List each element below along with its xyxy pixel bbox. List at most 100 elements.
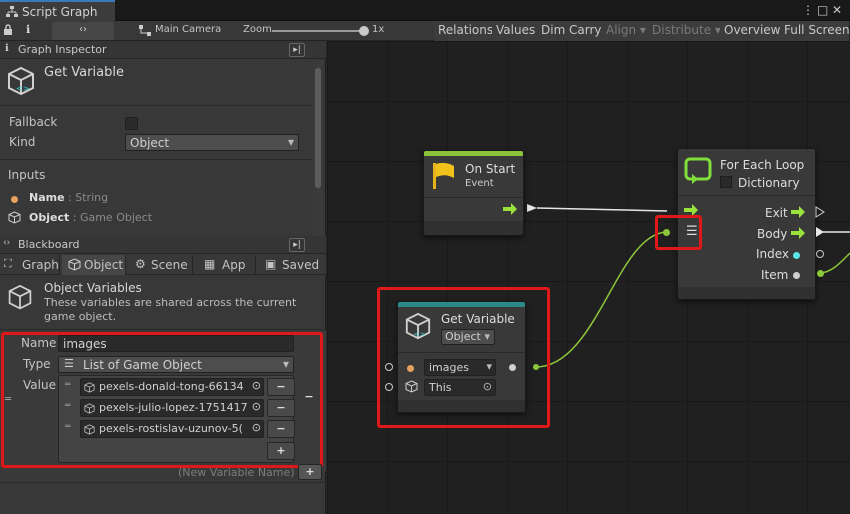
- tab-script-graph[interactable]: Script Graph: [0, 0, 115, 21]
- carry-button[interactable]: Carry: [565, 21, 607, 41]
- camera-label: Main Camera: [155, 24, 222, 35]
- tab-saved-label: Saved: [282, 258, 320, 272]
- flow-connection: [536, 207, 668, 212]
- inspector-node-title: Get Variable: [44, 65, 124, 80]
- tab-scene[interactable]: ⚙ Scene: [129, 255, 193, 275]
- item-connected-port[interactable]: [817, 270, 824, 277]
- body-port-icon[interactable]: [815, 226, 825, 238]
- blackboard-title: Blackboard: [18, 238, 80, 251]
- kind-value: Object: [130, 136, 170, 150]
- app-tab-icon: ▦: [204, 257, 216, 271]
- input-name-sep: :: [64, 191, 76, 204]
- for-each-title: For Each Loop: [720, 158, 805, 172]
- tab-title: Script Graph: [22, 5, 98, 19]
- highlight-variable: [1, 332, 323, 468]
- exit-port-icon[interactable]: [815, 206, 825, 218]
- toolbar: ℹ ‹› Main Camera Zoom 1x Relations Value…: [0, 21, 850, 41]
- input-object-sep: :: [69, 211, 80, 224]
- add-variable-button[interactable]: +: [298, 464, 322, 480]
- zoom-slider-track[interactable]: [272, 30, 364, 32]
- kind-dropdown[interactable]: Object: [125, 134, 299, 151]
- distribute-label: Distribute: [652, 23, 712, 37]
- highlight-collection-port: [655, 215, 702, 250]
- flag-icon: [433, 162, 454, 189]
- dictionary-checkbox[interactable]: [720, 176, 732, 188]
- variable-cube-icon: <>: [8, 66, 34, 96]
- flow-arrow-in: [527, 204, 537, 212]
- object-tab-icon: [68, 258, 81, 271]
- fallback-checkbox[interactable]: [125, 117, 138, 130]
- camera-node-icon: [139, 25, 151, 36]
- item-port-dot[interactable]: [793, 272, 800, 279]
- string-port-icon: [11, 196, 18, 203]
- graph-canvas[interactable]: On Start Event For Each Loop Dictionary …: [327, 41, 850, 514]
- new-variable-name-input[interactable]: (New Variable Name): [178, 466, 295, 479]
- align-dropdown[interactable]: Align ▾: [602, 21, 651, 41]
- divider: [0, 482, 326, 483]
- object-variables-title: Object Variables: [44, 281, 142, 295]
- maximize-icon[interactable]: □: [817, 3, 828, 17]
- graph-inspector-title: Graph Inspector: [18, 43, 107, 56]
- script-small-icon: ‹›: [3, 238, 11, 248]
- tab-graph-label: Graph: [22, 258, 59, 272]
- value-connection: [535, 231, 668, 368]
- saved-tab-icon: ▣: [265, 257, 277, 271]
- kind-label: Kind: [9, 135, 36, 149]
- close-icon[interactable]: ✕: [832, 3, 842, 17]
- on-start-node[interactable]: On Start Event: [423, 150, 524, 236]
- event-header-bar: [424, 151, 523, 156]
- tab-object[interactable]: Object: [62, 255, 126, 275]
- input-name-label: Name: [29, 191, 65, 204]
- divider: [424, 197, 523, 198]
- loop-icon: [684, 157, 712, 184]
- tab-saved[interactable]: ▣ Saved: [258, 255, 324, 275]
- lock-icon[interactable]: [2, 24, 16, 38]
- tab-app[interactable]: ▦ App: [196, 255, 256, 275]
- window-tab-bar: Script Graph ⋮ □ ✕: [0, 0, 850, 21]
- exit-arrow-icon[interactable]: [791, 206, 805, 218]
- input-object-label: Object: [29, 211, 70, 224]
- tab-scene-label: Scene: [151, 258, 188, 272]
- left-panel: ℹ Graph Inspector ▸| <> Get Variable Fal…: [0, 41, 326, 514]
- node-footer: [678, 287, 815, 299]
- on-start-subtitle: Event: [465, 178, 494, 189]
- object-variables-icon: [8, 284, 32, 310]
- gameobject-cube-icon: [8, 211, 21, 224]
- overview-button[interactable]: Overview: [720, 21, 786, 41]
- divider: [0, 105, 312, 106]
- inspector-scrollbar[interactable]: [313, 60, 323, 238]
- pin-inspector-icon[interactable]: ▸|: [289, 43, 305, 57]
- tab-graph[interactable]: ⛶ Graph: [0, 255, 60, 275]
- divider: [678, 195, 815, 196]
- blackboard-tabs: ⛶ Graph Object ⚙ Scene ▦ App ▣ Saved: [0, 255, 326, 275]
- index-port-icon[interactable]: [816, 250, 824, 258]
- info-icon[interactable]: ℹ: [26, 23, 42, 39]
- info-small-icon: ℹ: [5, 43, 9, 54]
- zoom-slider-thumb[interactable]: [359, 26, 369, 36]
- blackboard-header: ‹› Blackboard ▸|: [0, 236, 326, 254]
- distribute-dropdown[interactable]: Distribute ▾: [648, 21, 726, 41]
- highlight-get-variable: [377, 287, 550, 428]
- relations-button[interactable]: Relations: [434, 21, 499, 41]
- body-arrow-icon[interactable]: [791, 227, 805, 239]
- more-options-icon[interactable]: ⋮: [802, 3, 814, 17]
- input-name-row: Name : String: [29, 191, 108, 204]
- dictionary-label: Dictionary: [738, 176, 800, 190]
- scene-tab-icon: ⚙: [135, 257, 146, 271]
- index-port-dot[interactable]: [793, 252, 800, 259]
- item-label: Item: [761, 268, 789, 282]
- pin-blackboard-icon[interactable]: ▸|: [289, 238, 305, 252]
- inspector-scroll-thumb[interactable]: [315, 68, 321, 188]
- graph-tab-icon: ⛶: [4, 257, 12, 270]
- inputs-header: Inputs: [8, 168, 46, 182]
- input-name-type: String: [75, 191, 109, 204]
- divider: [0, 329, 326, 330]
- flow-output-arrow-icon[interactable]: [503, 203, 517, 215]
- script-toggle-icon[interactable]: ‹›: [52, 22, 114, 40]
- body-label: Body: [757, 227, 788, 241]
- fallback-label: Fallback: [9, 115, 58, 129]
- values-button[interactable]: Values: [492, 21, 541, 41]
- full-screen-button[interactable]: Full Screen: [780, 21, 850, 41]
- graph-inspector-header: ℹ Graph Inspector ▸|: [0, 41, 326, 59]
- input-object-type: Game Object: [79, 211, 153, 224]
